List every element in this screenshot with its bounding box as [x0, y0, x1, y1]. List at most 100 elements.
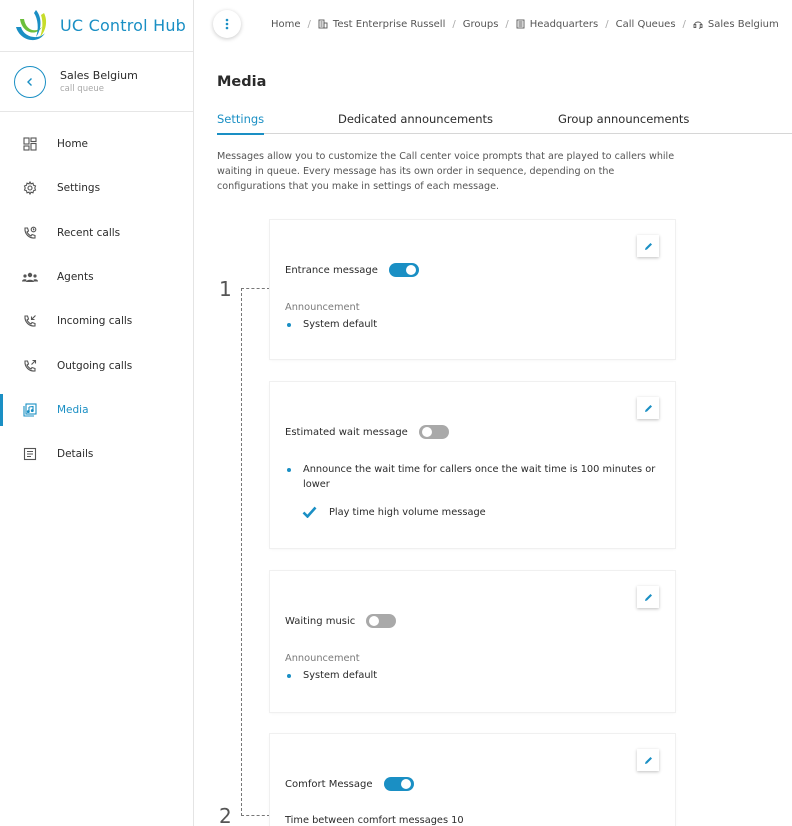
sequence-step-number: 1 [219, 277, 232, 301]
breadcrumb-separator: / [307, 18, 311, 30]
estimated-wait-message-toggle[interactable] [418, 425, 449, 439]
estimated-wait-message-row: Estimated wait message [285, 425, 449, 439]
waiting-music-row: Waiting music [285, 614, 397, 628]
breadcrumb-current[interactable]: Sales Belgium [693, 19, 779, 30]
sidebar-item-label: Recent calls [57, 226, 121, 239]
sidebar-item-label: Outgoing calls [57, 359, 133, 372]
sidebar-item-agents[interactable]: Agents [0, 255, 193, 299]
breadcrumb-groups[interactable]: Groups [463, 19, 499, 30]
context-subtitle: call queue [60, 84, 104, 94]
dashboard-grid-icon [22, 136, 38, 152]
announcement-value-text: System default [303, 319, 378, 330]
breadcrumb-headquarters[interactable]: Headquarters [516, 19, 598, 30]
entrance-message-label: Entrance message [285, 264, 378, 276]
edit-waiting-music-button[interactable] [637, 586, 659, 608]
tab-bar: Settings Dedicated announcements Group a… [217, 112, 792, 135]
breadcrumb-enterprise[interactable]: Test Enterprise Russell [318, 19, 445, 30]
breadcrumb-label: Headquarters [529, 18, 599, 30]
pencil-icon [644, 404, 652, 412]
back-button[interactable] [14, 65, 46, 98]
breadcrumb-separator: / [505, 18, 509, 30]
comfort-interval-label: Time between comfort messages 10 [285, 815, 464, 826]
sequence-connector [241, 815, 270, 816]
toggle-knob [405, 265, 416, 275]
tab-group-announcements[interactable]: Group announcements [558, 112, 689, 134]
brand: UC Control Hub [0, 0, 193, 52]
comfort-message-label: Comfort Message [285, 778, 373, 790]
estimated-wait-message-label: Estimated wait message [285, 426, 408, 438]
kebab-menu-icon [225, 18, 229, 30]
breadcrumb-separator: / [682, 18, 686, 30]
pencil-icon [644, 593, 652, 601]
bullet-dot [287, 322, 291, 327]
phone-clock-icon [22, 225, 38, 241]
high-volume-message-option: Play time high volume message [302, 506, 486, 518]
checkmark-icon [302, 506, 317, 518]
main-content: Media Settings Dedicated announcements G… [217, 48, 792, 826]
edit-entrance-message-button[interactable] [637, 235, 659, 257]
bullet-dot [287, 673, 291, 678]
topbar: Home / Test Enterprise Russell / Groups … [195, 0, 792, 48]
edit-comfort-message-button[interactable] [637, 749, 659, 771]
sidebar-item-settings[interactable]: Settings [0, 166, 193, 210]
comfort-message-toggle[interactable] [383, 777, 414, 791]
page-title: Media [217, 74, 267, 90]
comfort-message-card: Comfort Message Time between comfort mes… [270, 734, 675, 826]
waiting-music-card: Waiting music Announcement System defaul… [270, 571, 675, 712]
uc-logo-icon [16, 9, 47, 40]
waiting-music-label: Waiting music [285, 615, 356, 627]
details-list-icon [22, 446, 38, 462]
breadcrumb-label: Sales Belgium [707, 18, 779, 30]
toggle-knob [421, 427, 432, 437]
media-icon [22, 402, 38, 418]
breadcrumb: Home / Test Enterprise Russell / Groups … [271, 19, 779, 30]
outgoing-call-icon [22, 358, 38, 374]
more-menu-button[interactable] [213, 10, 241, 38]
sidebar-item-outgoing-calls[interactable]: Outgoing calls [0, 343, 193, 387]
wait-time-rule: Announce the wait time for callers once … [287, 462, 657, 492]
entrance-message-card: Entrance message Announcement System def… [270, 220, 675, 359]
context-info: Sales Belgium call queue [60, 69, 138, 94]
sidebar-item-label: Agents [57, 271, 94, 284]
sidebar-item-recent-calls[interactable]: Recent calls [0, 211, 193, 255]
office-icon [516, 19, 525, 29]
app-title: UC Control Hub [60, 16, 187, 35]
announcement-value-text: System default [303, 670, 378, 681]
sidebar-item-incoming-calls[interactable]: Incoming calls [0, 299, 193, 343]
bullet-dot [287, 467, 291, 472]
breadcrumb-label: Test Enterprise Russell [332, 18, 446, 30]
entrance-message-toggle[interactable] [388, 263, 419, 277]
announcement-label: Announcement [285, 302, 360, 313]
waiting-music-toggle[interactable] [366, 614, 397, 628]
estimated-wait-message-card: Estimated wait message Announce the wait… [270, 382, 675, 548]
wait-time-rule-text: Announce the wait time for callers once … [303, 464, 656, 490]
gear-icon [22, 180, 38, 196]
sidebar-item-label: Media [57, 403, 89, 416]
toggle-knob [369, 616, 380, 626]
entrance-message-row: Entrance message [285, 263, 419, 277]
sidebar-item-details[interactable]: Details [0, 432, 193, 476]
announcement-value: System default [287, 317, 377, 332]
tab-settings[interactable]: Settings [217, 112, 265, 135]
sidebar-item-label: Home [57, 138, 89, 151]
context-title: Sales Belgium [60, 69, 138, 82]
sequence-connector [241, 288, 270, 289]
sequence-connector [241, 288, 242, 816]
sidebar-item-label: Incoming calls [57, 315, 133, 328]
edit-estimated-wait-message-button[interactable] [637, 397, 659, 419]
sidebar-item-label: Details [57, 448, 94, 461]
page-description: Messages allow you to customize the Call… [217, 151, 675, 192]
sidebar-item-media[interactable]: Media [0, 388, 193, 432]
chevron-left-icon [27, 77, 32, 86]
group-icon [22, 269, 38, 285]
breadcrumb-call-queues[interactable]: Call Queues [616, 19, 676, 30]
pencil-icon [644, 756, 652, 764]
sidebar-item-home[interactable]: Home [0, 122, 193, 166]
announcement-label: Announcement [285, 653, 360, 664]
breadcrumb-separator: / [605, 18, 609, 30]
pencil-icon [644, 242, 652, 250]
sequence-step-number: 2 [219, 804, 232, 826]
tab-dedicated-announcements[interactable]: Dedicated announcements [338, 112, 493, 134]
breadcrumb-home[interactable]: Home [271, 19, 301, 30]
headset-icon [693, 21, 703, 29]
